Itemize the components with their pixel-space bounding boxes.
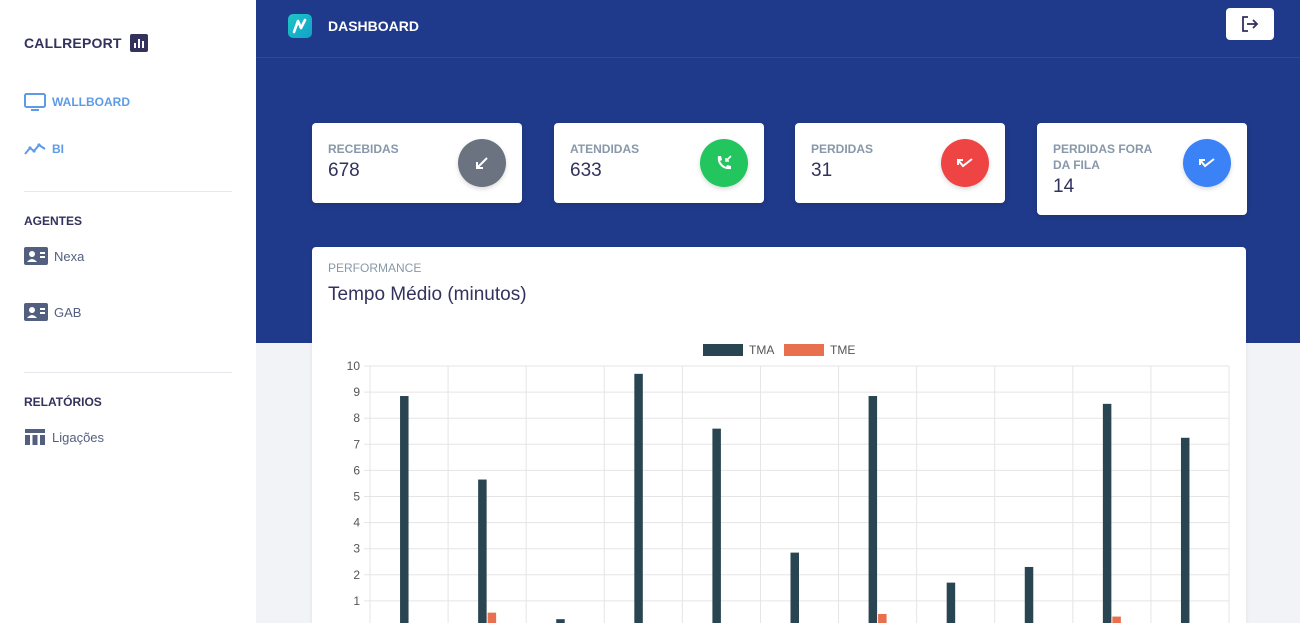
y-tick-label: 2 bbox=[353, 568, 360, 582]
y-tick-label: 6 bbox=[353, 463, 360, 477]
arrow-down-left-icon bbox=[458, 139, 506, 187]
sidebar-item-label: GAB bbox=[54, 304, 82, 320]
logout-icon bbox=[1242, 16, 1259, 32]
stat-value: 14 bbox=[1053, 176, 1075, 197]
y-tick-label: 8 bbox=[353, 411, 360, 425]
bar-tma bbox=[556, 619, 565, 623]
contact-card-icon bbox=[24, 247, 48, 265]
stat-card-atendidas: ATENDIDAS 633 bbox=[554, 123, 764, 203]
stat-card-perdidas: PERDIDAS 31 bbox=[795, 123, 1005, 203]
legend-swatch bbox=[784, 344, 824, 356]
y-tick-label: 4 bbox=[353, 516, 360, 530]
sidebar-item-label: BI bbox=[52, 142, 64, 156]
missed-call-icon bbox=[1183, 139, 1231, 187]
stat-card-perdidas-fora-da-fila: PERDIDAS FORA DA FILA 14 bbox=[1037, 123, 1247, 215]
sidebar-item-agent-gab[interactable]: GAB bbox=[24, 303, 81, 321]
y-tick-label: 1 bbox=[353, 594, 360, 608]
brand-name: CALLREPORT bbox=[24, 35, 122, 51]
phone-incoming-icon bbox=[700, 139, 748, 187]
bar-tma bbox=[634, 373, 643, 623]
app-logo-icon[interactable] bbox=[288, 14, 312, 38]
stat-value: 31 bbox=[811, 160, 833, 181]
performance-card: PERFORMANCE Tempo Médio (minutos) 123456… bbox=[312, 247, 1246, 623]
bar-tma bbox=[1024, 566, 1034, 623]
y-tick-label: 3 bbox=[353, 542, 360, 556]
sidebar-item-agent-nexa[interactable]: Nexa bbox=[24, 247, 84, 265]
stat-card-recebidas: RECEBIDAS 678 bbox=[312, 123, 522, 203]
legend-label: TMA bbox=[749, 343, 774, 357]
stat-label: RECEBIDAS bbox=[328, 142, 399, 156]
y-tick-label: 10 bbox=[347, 359, 361, 373]
bar-tme bbox=[878, 613, 887, 623]
sidebar-item-label: WALLBOARD bbox=[52, 95, 130, 109]
sidebar-item-label: Ligações bbox=[52, 429, 105, 445]
stat-label: PERDIDAS bbox=[811, 142, 874, 156]
missed-call-icon bbox=[941, 139, 989, 187]
sidebar-item-bi[interactable]: BI bbox=[24, 142, 64, 156]
divider bbox=[24, 191, 232, 192]
sidebar-item-ligacoes[interactable]: Ligações bbox=[24, 428, 104, 446]
bar-tma bbox=[712, 428, 721, 623]
legend-swatch bbox=[703, 344, 743, 356]
contact-card-icon bbox=[24, 303, 48, 321]
sidebar-item-wallboard[interactable]: WALLBOARD bbox=[24, 93, 130, 111]
logout-button[interactable] bbox=[1226, 8, 1274, 40]
bar-tma bbox=[1102, 403, 1112, 623]
legend-label: TME bbox=[830, 343, 855, 357]
tempo-medio-chart: 1 2 3 4 5 6 7 8 9 10 TMA TME bbox=[347, 343, 1230, 623]
trend-icon bbox=[24, 143, 46, 155]
divider bbox=[24, 372, 232, 373]
bar-chart-icon bbox=[129, 34, 148, 52]
bar-tma bbox=[790, 552, 799, 623]
y-tick-label: 5 bbox=[353, 490, 360, 504]
bar-tme bbox=[487, 612, 497, 623]
stat-value: 678 bbox=[328, 160, 360, 181]
bar-tma bbox=[400, 396, 409, 623]
stat-label: PERDIDAS FORA DA FILA bbox=[1053, 142, 1152, 172]
sidebar: CALLREPORT WALLBOARD BI AGENTES Nexa GAB… bbox=[0, 0, 256, 623]
reports-heading: RELATÓRIOS bbox=[24, 395, 102, 409]
page-title: DASHBOARD bbox=[328, 18, 419, 34]
monitor-icon bbox=[24, 93, 46, 111]
stat-value: 633 bbox=[570, 160, 602, 181]
bar-tma bbox=[478, 479, 487, 623]
bar-tma bbox=[868, 396, 878, 623]
agents-heading: AGENTES bbox=[24, 214, 83, 228]
sidebar-item-label: Nexa bbox=[54, 248, 85, 264]
y-tick-label: 7 bbox=[353, 437, 360, 451]
table-icon bbox=[25, 429, 45, 445]
y-tick-label: 9 bbox=[353, 385, 360, 399]
stat-label: ATENDIDAS bbox=[570, 142, 640, 156]
bar-tma bbox=[1180, 437, 1190, 623]
bar-tma bbox=[946, 582, 956, 623]
brand[interactable]: CALLREPORT bbox=[24, 34, 148, 52]
bar-tme bbox=[1112, 616, 1121, 623]
